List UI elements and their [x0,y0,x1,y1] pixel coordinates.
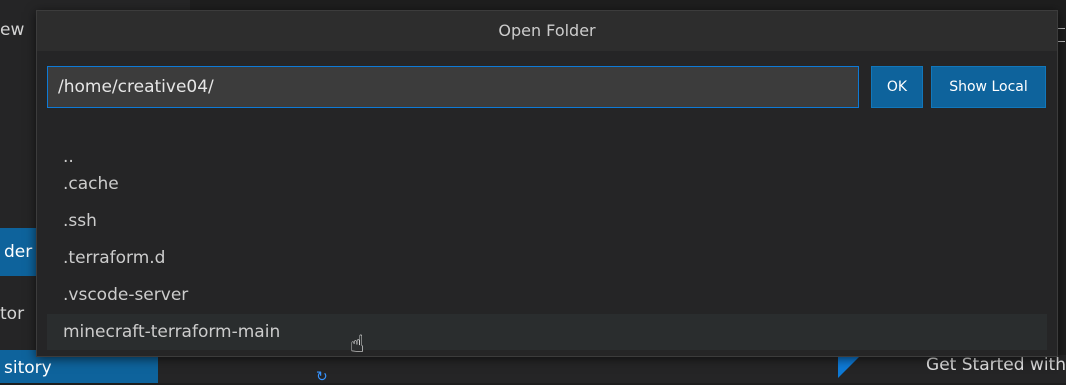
open-folder-label: der [4,242,33,262]
list-item-terraform-d[interactable]: .terraform.d [47,240,1047,276]
refresh-icon: ↻ [316,369,328,385]
menu-fragment: ew [0,20,25,40]
hand-cursor-icon: ☝ [350,330,365,358]
dialog-title: Open Folder [37,11,1057,51]
open-folder-dialog: Open Folder OK Show Local .. .cache .ssh… [36,10,1058,357]
ok-button[interactable]: OK [871,66,923,108]
list-item-vscode-server[interactable]: .vscode-server [47,277,1047,313]
path-input[interactable] [47,66,859,108]
show-local-button[interactable]: Show Local [931,66,1046,108]
sidebar-fragment: tor [0,304,25,324]
layout-icon[interactable] [1057,28,1065,42]
repository-label: sitory [4,358,52,378]
walkthrough-arrow-icon [838,356,860,378]
list-item-ssh[interactable]: .ssh [47,203,1047,239]
list-item-cache[interactable]: .cache [47,166,1047,202]
list-item-minecraft-terraform-main[interactable]: minecraft-terraform-main [47,314,1047,350]
get-started-heading[interactable]: Get Started with [926,355,1066,375]
path-input-row: OK Show Local [47,66,1047,108]
